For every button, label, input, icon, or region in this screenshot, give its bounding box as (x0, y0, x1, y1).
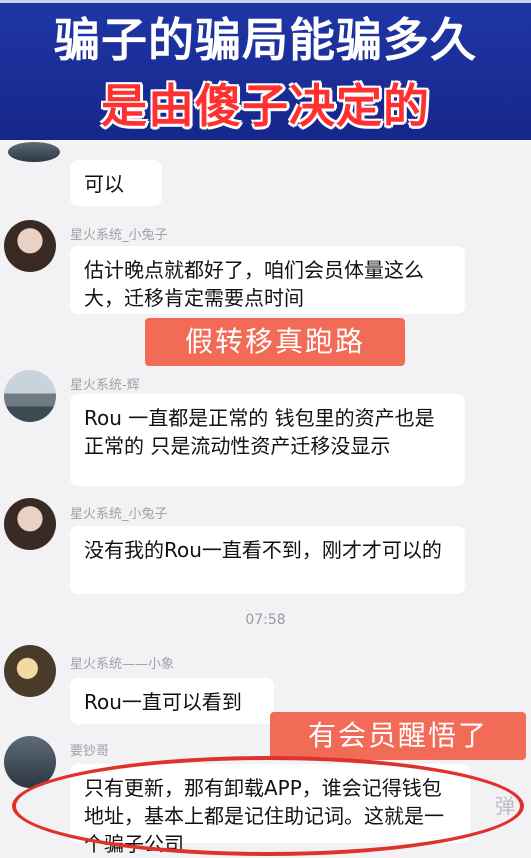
title-line-1: 骗子的骗局能骗多久 (54, 13, 477, 67)
avatar[interactable] (4, 645, 56, 697)
highlight-circle (12, 756, 524, 856)
message-bubble: 没有我的Rou一直看不到，刚才才可以的 (70, 526, 465, 594)
overlay-caption-members-awaken: 有会员醒悟了 (270, 712, 526, 760)
sender-name: 星火系统_小兔子 (70, 228, 168, 243)
sender-name: 星火系统_小兔子 (70, 507, 168, 522)
message-bubble: 估计晚点就都好了，咱们会员体量这么大，迁移肯定需要点时间 (70, 246, 465, 314)
avatar[interactable] (4, 370, 56, 422)
avatar[interactable] (8, 142, 60, 162)
overlay-caption-fake-transfer: 假转移真跑路 (145, 318, 405, 366)
message-bubble: Rou一直可以看到 (70, 678, 274, 724)
danmu-icon[interactable]: 弹 (495, 790, 515, 819)
sender-name: 要钞哥 (70, 744, 110, 759)
message-bubble: Rou 一直都是正常的 钱包里的资产也是正常的 只是流动性资产迁移没显示 (70, 394, 465, 486)
avatar[interactable] (4, 498, 56, 550)
sender-name: 星火系统——小象 (70, 657, 175, 672)
title-line-2: 是由傻子决定的 (101, 79, 430, 133)
avatar[interactable] (4, 220, 56, 272)
message-bubble: 可以 (70, 160, 162, 206)
sender-name: 星火系统-辉 (70, 378, 140, 393)
video-title-banner: 骗子的骗局能骗多久 是由傻子决定的 (0, 0, 531, 146)
chat-timestamp: 07:58 (245, 612, 286, 628)
